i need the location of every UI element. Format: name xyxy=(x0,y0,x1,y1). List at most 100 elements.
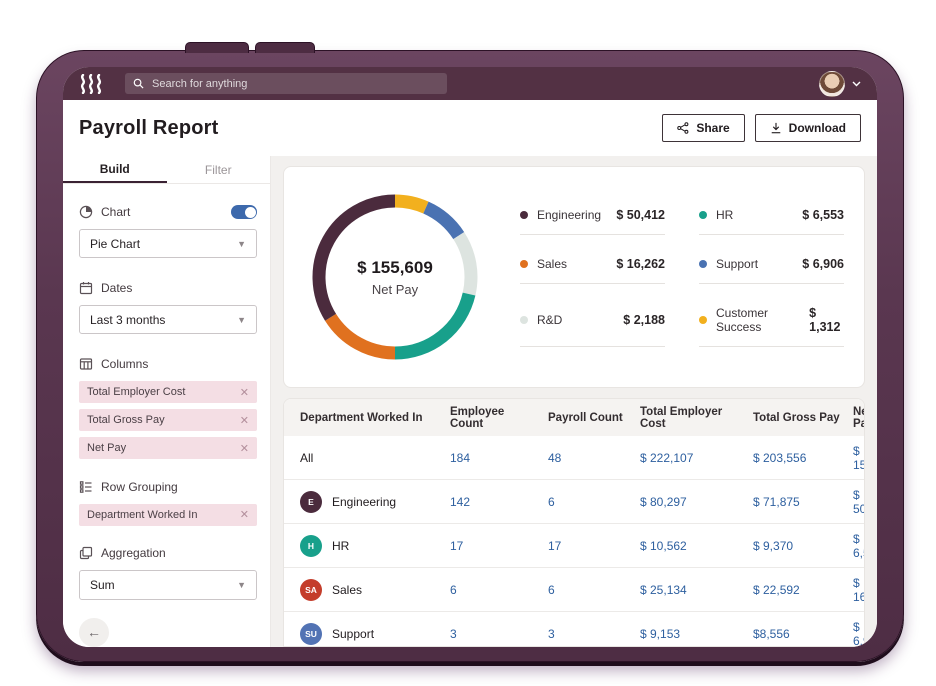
chart-toggle[interactable] xyxy=(231,205,257,220)
aggregation-select[interactable]: Sum ▼ xyxy=(79,570,257,600)
legend-item: Customer Success $ 1,312 xyxy=(699,306,844,347)
field-chip[interactable]: Total Employer Cost ✕ xyxy=(79,381,257,403)
donut-center-label: $ 155,609 Net Pay xyxy=(357,257,433,297)
table-column-header: Department Worked In xyxy=(300,411,423,424)
page: Payroll Report Share Download xyxy=(0,0,936,686)
total-employer-cost-link[interactable]: $ 9,153 xyxy=(640,627,753,641)
department-avatar: E xyxy=(300,490,322,513)
legend-value: $ 50,412 xyxy=(616,207,665,222)
chevron-down-icon: ▼ xyxy=(237,314,246,325)
search-input[interactable] xyxy=(150,76,439,91)
report-main-area: $ 155,609 Net Pay Engineering $ 50,412 HR $… xyxy=(271,156,877,647)
payroll-count-link[interactable]: 3 xyxy=(548,627,640,641)
total-employer-cost-link[interactable]: $ 80,297 xyxy=(640,495,753,509)
legend-value: $ 1,312 xyxy=(809,305,841,334)
rippling-logo-icon[interactable] xyxy=(79,73,109,94)
aggregation-icon xyxy=(79,546,93,560)
table-row[interactable]: HHR1717$ 10,562$ 9,370$ 6,553 xyxy=(284,523,864,567)
download-button[interactable]: Download xyxy=(754,114,861,142)
legend-label: R&D xyxy=(537,312,563,327)
search-icon xyxy=(133,78,144,89)
pie-chart-icon xyxy=(79,205,93,219)
total-gross-pay-link[interactable]: $ 71,875 xyxy=(753,495,853,509)
employee-count-link[interactable]: 17 xyxy=(450,539,548,553)
columns-icon xyxy=(79,357,93,371)
field-chip[interactable]: Net Pay ✕ xyxy=(79,437,257,459)
app-screen: Payroll Report Share Download xyxy=(63,67,877,647)
total-gross-pay-link[interactable]: $ 203,556 xyxy=(753,451,853,465)
department-name: HR xyxy=(332,538,350,553)
global-search[interactable] xyxy=(125,73,447,94)
page-title: Payroll Report xyxy=(79,116,219,139)
department-avatar: SU xyxy=(300,622,322,645)
department-cell: SA Sales xyxy=(300,578,450,601)
table-column-header: Total Employer Cost xyxy=(640,405,723,430)
total-gross-pay-link[interactable]: $8,556 xyxy=(753,627,853,641)
payroll-count-link[interactable]: 6 xyxy=(548,495,640,509)
legend-label: Customer Success xyxy=(716,305,769,334)
legend-dot xyxy=(520,259,528,268)
payroll-count-link[interactable]: 6 xyxy=(548,583,640,597)
employee-count-link[interactable]: 142 xyxy=(450,495,548,509)
payroll-count-link[interactable]: 17 xyxy=(548,539,640,553)
chip-label: Total Employer Cost xyxy=(87,386,186,398)
total-employer-cost-link[interactable]: $ 25,134 xyxy=(640,583,753,597)
table-row[interactable]: SUSupport33$ 9,153$8,556$ 6,906 xyxy=(284,611,864,647)
employee-count-link[interactable]: 3 xyxy=(450,627,548,641)
row-grouping-section-header: Row Grouping xyxy=(79,479,257,495)
table-row[interactable]: E Engineering 1426$ 80,297$ 71,875$ 50,412 xyxy=(284,479,864,523)
net-pay-link[interactable]: $ 16,262 xyxy=(853,576,864,604)
row-grouping-chip-list: Department Worked In ✕ xyxy=(79,503,257,526)
legend-label: Sales xyxy=(537,256,568,271)
table-row[interactable]: SASales66$ 25,134$ 22,592$ 16,262 xyxy=(284,567,864,611)
field-chip[interactable]: Total Gross Pay ✕ xyxy=(79,409,257,431)
department-cell: SU Support xyxy=(300,622,450,645)
chart-section-header: Chart xyxy=(79,204,257,220)
user-avatar[interactable] xyxy=(819,70,845,97)
remove-chip-icon[interactable]: ✕ xyxy=(240,442,249,455)
remove-chip-icon[interactable]: ✕ xyxy=(240,508,249,521)
dates-select[interactable]: Last 3 months ▼ xyxy=(79,305,257,335)
payroll-count-link[interactable]: 48 xyxy=(548,451,640,465)
legend-dot xyxy=(520,210,528,219)
legend-dot xyxy=(699,259,707,268)
department-cell: E Engineering xyxy=(300,490,450,513)
tab-build[interactable]: Build xyxy=(63,156,167,184)
legend-dot xyxy=(699,315,707,324)
report-table: Department Worked In Employee Count Payrol… xyxy=(283,398,865,647)
top-nav-bar xyxy=(63,67,877,100)
total-employer-cost-link[interactable]: $ 10,562 xyxy=(640,539,753,553)
legend-value: $ 6,553 xyxy=(802,207,844,222)
aggregation-section-header: Aggregation xyxy=(79,546,257,562)
tab-filter[interactable]: Filter xyxy=(167,156,271,183)
legend-label: Engineering xyxy=(537,207,602,222)
employee-count-link[interactable]: 184 xyxy=(450,451,548,465)
net-pay-link[interactable]: $ 155,609 xyxy=(853,444,864,472)
net-pay-link[interactable]: $ 50,412 xyxy=(853,488,864,516)
employee-count-link[interactable]: 6 xyxy=(450,583,548,597)
department-name: Support xyxy=(332,626,375,641)
total-employer-cost-link[interactable]: $ 222,107 xyxy=(640,451,753,465)
remove-chip-icon[interactable]: ✕ xyxy=(240,386,249,399)
net-pay-link[interactable]: $ 6,553 xyxy=(853,532,864,560)
chevron-down-icon: ▼ xyxy=(237,238,246,249)
donut-chart: $ 155,609 Net Pay xyxy=(312,194,478,360)
tablet-hardware-button xyxy=(255,42,315,53)
share-button[interactable]: Share xyxy=(662,114,745,142)
net-pay-link[interactable]: $ 6,906 xyxy=(853,620,864,647)
share-icon xyxy=(677,122,689,134)
back-arrow-icon: ← xyxy=(87,624,101,641)
chart-type-select[interactable]: Pie Chart ▼ xyxy=(79,229,257,259)
columns-chip-list: Total Employer Cost ✕ Total Gross Pay ✕ Net … xyxy=(79,381,257,459)
field-chip[interactable]: Department Worked In ✕ xyxy=(79,503,257,526)
total-gross-pay-link[interactable]: $ 22,592 xyxy=(753,583,853,597)
remove-chip-icon[interactable]: ✕ xyxy=(240,414,249,427)
total-gross-pay-link[interactable]: $ 9,370 xyxy=(753,539,853,553)
department-name: All xyxy=(300,450,314,465)
pie-chart-card: $ 155,609 Net Pay Engineering $ 50,412 HR $… xyxy=(283,166,865,388)
legend-label: HR xyxy=(716,207,734,222)
back-button[interactable]: ← xyxy=(79,617,109,647)
table-row[interactable]: All 18448$ 222,107$ 203,556$ 155,609 xyxy=(284,436,864,479)
table-column-header: Payroll Count xyxy=(548,411,623,424)
user-menu[interactable] xyxy=(819,70,861,97)
